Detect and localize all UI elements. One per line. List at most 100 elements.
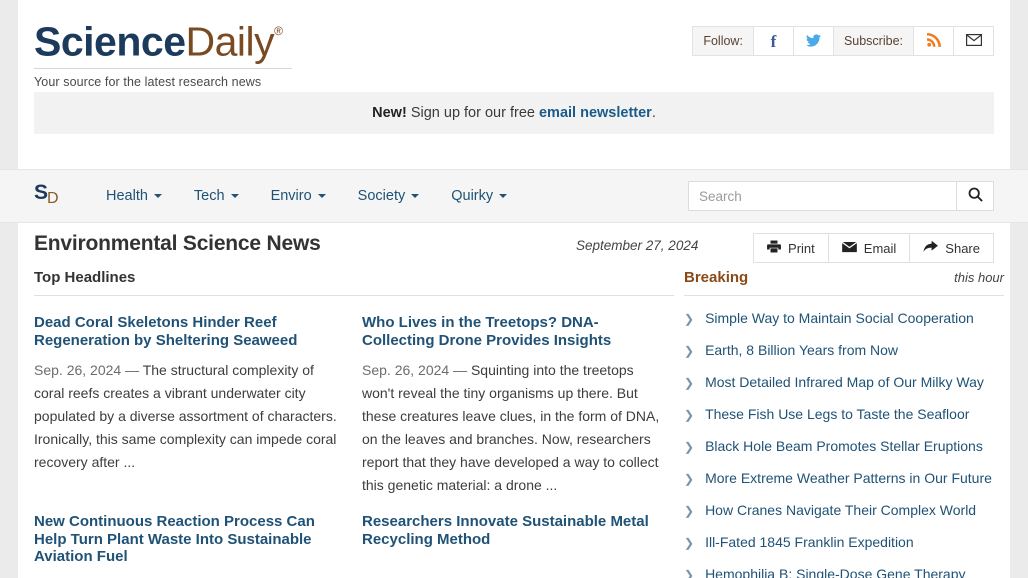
facebook-icon: f bbox=[770, 31, 777, 51]
chevron-right-icon: ❯ bbox=[684, 312, 695, 326]
nav-item-health[interactable]: Health bbox=[90, 170, 178, 222]
search-button[interactable] bbox=[956, 181, 994, 211]
registered-mark-icon: ® bbox=[274, 24, 283, 38]
list-item: ❯ Simple Way to Maintain Social Cooperat… bbox=[684, 310, 1004, 342]
sd-monogram-s: S bbox=[34, 181, 49, 204]
list-item: ❯ How Cranes Navigate Their Complex Worl… bbox=[684, 502, 1004, 534]
breaking-heading-row: Breaking this hour bbox=[684, 269, 1004, 295]
content-area: Environmental Science News September 27,… bbox=[18, 221, 1010, 578]
nav-item-enviro[interactable]: Enviro bbox=[255, 170, 342, 222]
chevron-down-icon bbox=[317, 194, 326, 198]
share-arrow-icon bbox=[923, 240, 939, 256]
main-column: Top Headlines Dead Coral Skeletons Hinde… bbox=[34, 269, 674, 578]
breaking-link[interactable]: More Extreme Weather Patterns in Our Fut… bbox=[705, 470, 992, 486]
breaking-link[interactable]: How Cranes Navigate Their Complex World bbox=[705, 502, 976, 518]
facebook-button[interactable]: f bbox=[753, 27, 794, 55]
chevron-down-icon bbox=[230, 194, 239, 198]
chevron-right-icon: ❯ bbox=[684, 472, 695, 486]
story-title-link[interactable]: Researchers Innovate Sustainable Metal R… bbox=[362, 513, 668, 548]
chevron-right-icon: ❯ bbox=[684, 376, 695, 390]
subscribe-label: Subscribe: bbox=[833, 27, 914, 55]
breaking-list: ❯ Simple Way to Maintain Social Cooperat… bbox=[684, 296, 1004, 578]
chevron-right-icon: ❯ bbox=[684, 344, 695, 358]
story-title-link[interactable]: Dead Coral Skeletons Hinder Reef Regener… bbox=[34, 314, 340, 349]
breaking-timeframe: this hour bbox=[954, 270, 1004, 285]
printer-icon bbox=[767, 240, 781, 256]
print-button[interactable]: Print bbox=[753, 233, 828, 263]
list-item: ❯ Most Detailed Infrared Map of Our Milk… bbox=[684, 374, 1004, 406]
chevron-right-icon: ❯ bbox=[684, 504, 695, 518]
breaking-link[interactable]: Black Hole Beam Promotes Stellar Eruptio… bbox=[705, 438, 983, 454]
list-item: ❯ Earth, 8 Billion Years from Now bbox=[684, 342, 1004, 374]
rss-button[interactable] bbox=[914, 27, 954, 55]
story-date: Sep. 26, 2024 bbox=[362, 362, 450, 378]
list-item: ❯ These Fish Use Legs to Taste the Seafl… bbox=[684, 406, 1004, 438]
breaking-link[interactable]: Simple Way to Maintain Social Cooperatio… bbox=[705, 310, 974, 326]
story-date: Sep. 26, 2024 bbox=[34, 362, 122, 378]
list-item: ❯ Ill-Fated 1845 Franklin Expedition bbox=[684, 534, 1004, 566]
story-date-dash: — bbox=[449, 362, 471, 378]
navigation-bar: SD Health Tech Enviro Society Quirky Sea… bbox=[0, 169, 1028, 223]
chevron-right-icon: ❯ bbox=[684, 408, 695, 422]
nav-item-label: Society bbox=[357, 188, 406, 204]
breaking-link[interactable]: Most Detailed Infrared Map of Our Milky … bbox=[705, 374, 984, 390]
breaking-link[interactable]: Earth, 8 Billion Years from Now bbox=[705, 342, 898, 358]
nav-item-list: Health Tech Enviro Society Quirky bbox=[90, 170, 523, 222]
email-subscribe-button[interactable] bbox=[954, 27, 993, 55]
story-item: New Continuous Reaction Process Can Help… bbox=[34, 513, 340, 576]
share-button[interactable]: Share bbox=[909, 233, 994, 263]
page-toolbar: Print Email Share bbox=[753, 233, 994, 263]
newsletter-link[interactable]: email newsletter bbox=[539, 105, 652, 121]
site-logo-wordmark: ScienceDaily® bbox=[34, 14, 310, 65]
chevron-down-icon bbox=[499, 194, 508, 198]
nav-item-label: Quirky bbox=[451, 188, 494, 204]
list-item: ❯ More Extreme Weather Patterns in Our F… bbox=[684, 470, 1004, 502]
page-date: September 27, 2024 bbox=[576, 238, 699, 253]
chevron-right-icon: ❯ bbox=[684, 568, 695, 578]
story-grid-row-1: Dead Coral Skeletons Hinder Reef Regener… bbox=[34, 296, 674, 497]
page-title: Environmental Science News bbox=[34, 232, 321, 255]
site-tagline: Your source for the latest research news bbox=[34, 74, 262, 89]
layout-columns: Top Headlines Dead Coral Skeletons Hinde… bbox=[34, 269, 1004, 578]
chevron-right-icon: ❯ bbox=[684, 440, 695, 454]
page-root: ScienceDaily® Your source for the latest… bbox=[0, 0, 1028, 578]
story-title-link[interactable]: Who Lives in the Treetops? DNA-Collectin… bbox=[362, 314, 668, 349]
email-icon bbox=[965, 34, 982, 48]
story-item: Who Lives in the Treetops? DNA-Collectin… bbox=[362, 314, 668, 497]
email-button[interactable]: Email bbox=[827, 233, 910, 263]
list-item: ❯ Hemophilia B: Single-Dose Gene Therapy bbox=[684, 566, 1004, 578]
breaking-link[interactable]: These Fish Use Legs to Taste the Seafloo… bbox=[705, 406, 969, 422]
nav-item-label: Enviro bbox=[270, 188, 312, 204]
masthead: ScienceDaily® Your source for the latest… bbox=[18, 0, 1010, 92]
chevron-down-icon bbox=[411, 194, 420, 198]
email-label: Email bbox=[863, 240, 897, 256]
logo-daily-text: Daily bbox=[185, 18, 275, 65]
breaking-link[interactable]: Hemophilia B: Single-Dose Gene Therapy bbox=[705, 566, 965, 578]
newsletter-badge: New! bbox=[372, 105, 407, 121]
nav-item-tech[interactable]: Tech bbox=[178, 170, 255, 222]
social-bar: Follow: f Subscribe: bbox=[692, 26, 994, 56]
nav-item-quirky[interactable]: Quirky bbox=[435, 170, 523, 222]
search-input[interactable] bbox=[688, 181, 956, 211]
follow-label: Follow: bbox=[693, 27, 754, 55]
story-summary: Sep. 26, 2024 — The structural complexit… bbox=[34, 359, 340, 474]
site-logo[interactable]: ScienceDaily® Your source for the latest… bbox=[34, 14, 310, 89]
sd-monogram-logo[interactable]: SD bbox=[34, 181, 60, 207]
nav-item-society[interactable]: Society bbox=[342, 170, 436, 222]
chevron-down-icon bbox=[153, 194, 162, 198]
newsletter-text-before: Sign up for our free bbox=[406, 105, 539, 121]
brand-divider bbox=[34, 67, 292, 69]
rss-icon bbox=[926, 33, 941, 49]
envelope-icon bbox=[841, 241, 857, 256]
logo-science-text: Science bbox=[34, 18, 186, 65]
twitter-button[interactable] bbox=[793, 27, 834, 55]
story-title-link[interactable]: New Continuous Reaction Process Can Help… bbox=[34, 513, 340, 566]
breaking-link[interactable]: Ill-Fated 1845 Franklin Expedition bbox=[705, 534, 914, 550]
story-item: Dead Coral Skeletons Hinder Reef Regener… bbox=[34, 314, 340, 497]
sidebar: Breaking this hour ❯ Simple Way to Maint… bbox=[674, 269, 1004, 578]
share-label: Share bbox=[945, 240, 980, 256]
breaking-heading: Breaking bbox=[684, 269, 749, 286]
story-summary-text: Squinting into the treetops won't reveal… bbox=[362, 362, 660, 493]
newsletter-banner: New! Sign up for our free email newslett… bbox=[34, 92, 994, 134]
print-label: Print bbox=[788, 240, 815, 256]
